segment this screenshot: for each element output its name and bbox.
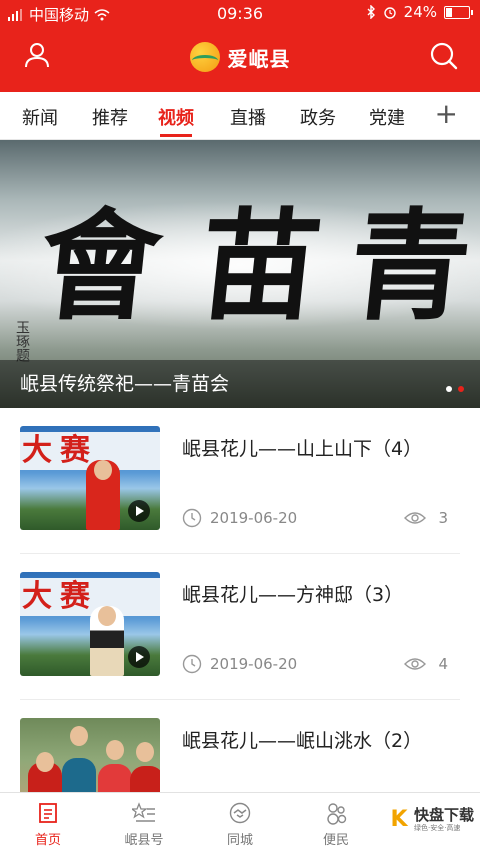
people-icon: [327, 803, 347, 825]
watermark-slogan: 绿色·安全·高速: [413, 824, 461, 832]
watermark-logo: K: [390, 807, 408, 832]
nav-local-label: 同城: [226, 833, 253, 848]
bottom-nav: 首页 岷县号 同城 便民 K 快盘下载 绿色·安全·高速: [0, 792, 480, 854]
video-list-item[interactable]: 大赛 岷县花儿——方神邸（3） 2019-06-20 4: [0, 554, 480, 700]
tab-video[interactable]: 视频: [158, 104, 194, 137]
video-title[interactable]: 岷县花儿——岷山洮水（2）: [182, 726, 422, 753]
nav-home-label: 首页: [34, 833, 61, 848]
tab-party[interactable]: 党建: [369, 104, 405, 130]
video-title[interactable]: 岷县花儿——山上山下（4）: [182, 434, 422, 461]
video-list-item[interactable]: 岷县花儿——岷山洮水（2）: [0, 700, 480, 792]
video-date: 2019-06-20: [210, 509, 298, 527]
carousel-indicator: [446, 386, 464, 392]
video-title[interactable]: 岷县花儿——方神邸（3）: [182, 580, 403, 607]
add-tab-icon[interactable]: +: [435, 100, 458, 128]
star-list-icon: [132, 802, 155, 822]
video-meta: 2019-06-20 3: [182, 508, 452, 530]
thumbnail-banner-text: 大赛: [20, 578, 160, 616]
nav-services[interactable]: 便民: [296, 801, 376, 848]
video-thumbnail[interactable]: 大赛: [20, 426, 160, 530]
carousel-dot-active[interactable]: [458, 386, 464, 392]
app-name: 爱岷县: [227, 46, 291, 71]
view-count: 4: [438, 655, 448, 673]
nav-county-accounts[interactable]: 岷县号: [104, 801, 184, 848]
video-meta: 2019-06-20 4: [182, 654, 452, 676]
calligraphy-char: 苗: [192, 196, 328, 337]
handshake-icon: [229, 802, 251, 824]
bluetooth-icon: [367, 5, 375, 19]
status-bar: 中国移动 09:36 24%: [0, 0, 480, 26]
video-date: 2019-06-20: [210, 655, 298, 673]
video-thumbnail[interactable]: [20, 718, 160, 792]
clock-icon: [182, 654, 202, 674]
views-icon: [404, 658, 426, 670]
status-right: 24%: [366, 3, 473, 21]
home-icon: [39, 803, 57, 823]
calligraphy-char: 青: [342, 196, 478, 337]
watermark-name: 快盘下载: [413, 806, 474, 824]
nav-local[interactable]: 同城: [200, 801, 280, 848]
alarm-icon: [383, 7, 396, 19]
tab-government[interactable]: 政务: [300, 104, 336, 130]
view-count: 3: [438, 509, 448, 527]
tab-recommend[interactable]: 推荐: [92, 104, 128, 130]
app-brand: 爱岷县: [0, 42, 480, 72]
nav-services-label: 便民: [322, 833, 349, 848]
carousel-dot[interactable]: [446, 386, 452, 392]
battery-icon: [444, 5, 473, 19]
search-icon[interactable]: [428, 40, 460, 72]
video-list-item[interactable]: 大赛 岷县花儿——山上山下（4） 2019-06-20 3: [0, 408, 480, 554]
views-icon: [404, 512, 426, 524]
featured-banner[interactable]: 會 苗 青 玉琢题 岷县传统祭祀——青苗会: [0, 140, 480, 408]
video-thumbnail[interactable]: 大赛: [20, 572, 160, 676]
app-header: 中国移动 09:36 24% 爱岷县: [0, 0, 480, 92]
app-logo-icon: [189, 42, 220, 72]
battery-percent: 24%: [403, 3, 437, 21]
calligraphy-signature: 玉琢题: [14, 320, 30, 362]
nav-home[interactable]: 首页: [8, 801, 88, 848]
calligraphy-char: 會: [32, 196, 168, 337]
banner-caption: 岷县传统祭祀——青苗会: [20, 373, 230, 395]
download-site-watermark: K 快盘下载 绿色·安全·高速: [386, 807, 474, 833]
category-tabs: 新闻 推荐 视频 直播 政务 党建 +: [0, 92, 480, 140]
nav-county-label: 岷县号: [124, 833, 164, 848]
play-icon[interactable]: [128, 500, 150, 522]
play-icon[interactable]: [128, 646, 150, 668]
tab-live[interactable]: 直播: [230, 104, 266, 130]
clock-icon: [182, 508, 202, 528]
tab-news[interactable]: 新闻: [22, 104, 58, 130]
